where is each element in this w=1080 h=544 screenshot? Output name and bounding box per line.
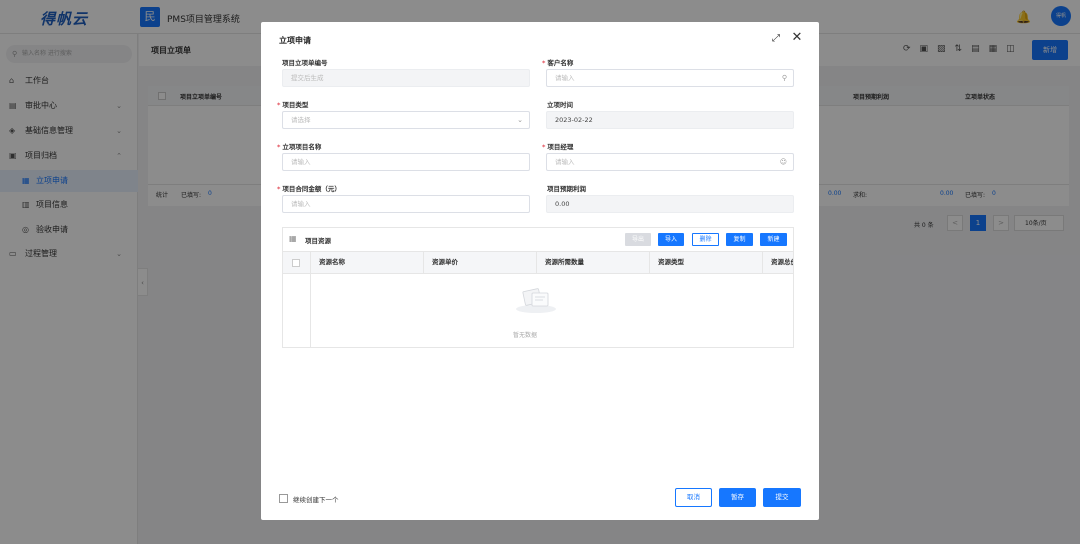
manager-label: * 项目经理 <box>542 143 574 151</box>
search-icon: ⚲ <box>781 74 787 82</box>
delete-button[interactable]: 删除 <box>692 233 719 246</box>
code-field: 提交后生成 <box>282 69 530 87</box>
profit-field: 0.00 <box>546 195 794 213</box>
continue-create-label: 继续创建下一个 <box>293 496 339 504</box>
select-all-checkbox[interactable] <box>292 259 300 267</box>
manager-field[interactable]: 请输入 ☺ <box>546 153 794 171</box>
continue-create-checkbox[interactable] <box>279 494 288 503</box>
type-select[interactable]: 请选择 ⌄ <box>282 111 530 129</box>
amount-field[interactable]: 请输入 <box>282 195 530 213</box>
type-label: * 项目类型 <box>277 101 309 109</box>
fullscreen-icon[interactable]: ⤢ <box>770 33 782 45</box>
new-resource-button[interactable]: 新建 <box>760 233 787 246</box>
resource-title: 项目资源 <box>305 237 331 245</box>
dialog-title: 立项申请 <box>279 36 311 45</box>
export-button[interactable]: 导出 <box>625 233 651 246</box>
column-header: 资源名称 <box>310 252 423 273</box>
submit-button[interactable]: 提交 <box>763 488 801 507</box>
column-header: 资源所需数量 <box>536 252 649 273</box>
code-label: 项目立项单编号 <box>282 59 328 67</box>
column-header: 资源总价 <box>762 252 793 273</box>
table-icon: ▦ <box>289 234 297 243</box>
amount-label: * 项目合同金额（元） <box>277 185 341 193</box>
copy-button[interactable]: 复制 <box>726 233 753 246</box>
save-draft-button[interactable]: 暂存 <box>719 488 756 507</box>
column-header: 资源单价 <box>423 252 536 273</box>
close-icon[interactable]: ✕ <box>790 31 804 45</box>
customer-label: * 客户名称 <box>542 59 574 67</box>
customer-field[interactable]: 请输入 ⚲ <box>546 69 794 87</box>
column-header: 资源类型 <box>649 252 762 273</box>
empty-text: 暂无数据 <box>513 332 538 339</box>
time-field: 2023-02-22 <box>546 111 794 129</box>
project-apply-dialog: 立项申请 ⤢ ✕ 项目立项单编号 提交后生成 * 客户名称 请输入 ⚲ * 项目类型 … <box>261 22 819 520</box>
user-icon: ☺ <box>779 158 787 166</box>
resource-table: ▦ 项目资源 导出 导入 删除 复制 新建 资源名称 资源单价 资源所需数量 资… <box>282 227 794 348</box>
time-label: 立项时间 <box>547 101 573 109</box>
resource-table-header: 资源名称 资源单价 资源所需数量 资源类型 资源总价 <box>283 251 793 274</box>
resource-table-body: 暂无数据 <box>283 274 793 348</box>
name-label: * 立项项目名称 <box>277 143 322 151</box>
import-button[interactable]: 导入 <box>658 233 684 246</box>
chevron-down-icon: ⌄ <box>517 116 523 124</box>
profit-label: 项目预期利润 <box>547 185 586 193</box>
empty-data-icon <box>516 288 556 313</box>
name-field[interactable]: 请输入 <box>282 153 530 171</box>
cancel-button[interactable]: 取消 <box>675 488 712 507</box>
